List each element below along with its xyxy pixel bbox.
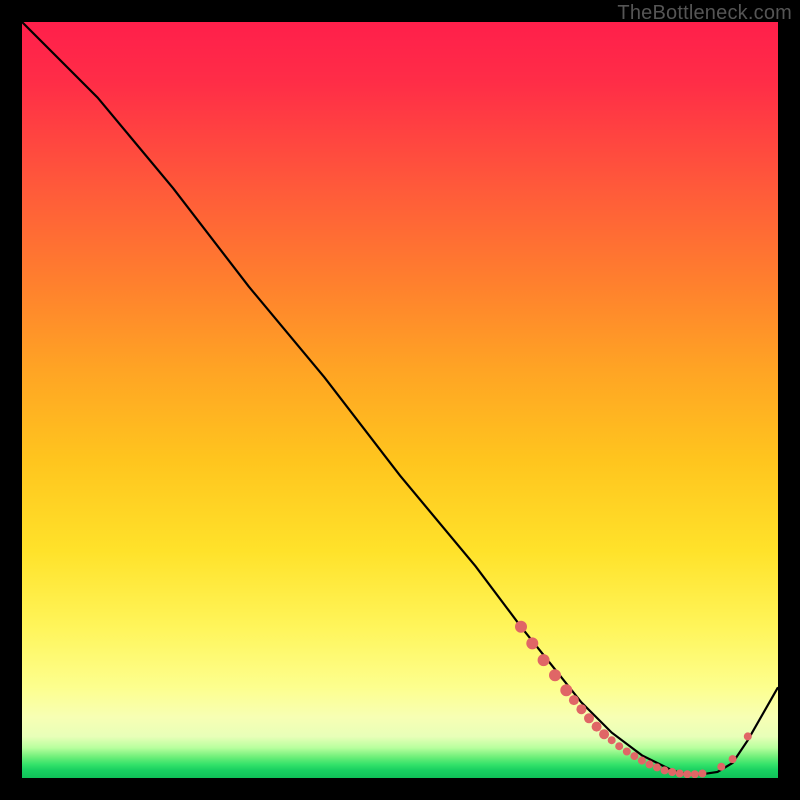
bottleneck-curve	[22, 22, 778, 774]
data-marker	[646, 760, 654, 768]
data-marker	[630, 752, 638, 760]
data-marker	[638, 757, 646, 765]
data-marker	[599, 729, 609, 739]
data-marker	[584, 713, 594, 723]
data-marker	[615, 742, 623, 750]
data-markers	[515, 621, 752, 778]
data-marker	[549, 669, 561, 681]
data-marker	[691, 770, 699, 778]
data-marker	[698, 770, 706, 778]
data-marker	[538, 654, 550, 666]
data-marker	[744, 732, 752, 740]
data-marker	[623, 748, 631, 756]
data-marker	[592, 722, 602, 732]
data-marker	[653, 763, 661, 771]
chart-svg	[22, 22, 778, 778]
data-marker	[676, 770, 684, 778]
data-marker	[717, 763, 725, 771]
data-marker	[515, 621, 527, 633]
data-marker	[729, 755, 737, 763]
data-marker	[576, 704, 586, 714]
data-marker	[569, 695, 579, 705]
data-marker	[683, 770, 691, 778]
data-marker	[661, 766, 669, 774]
plot-area	[22, 22, 778, 778]
data-marker	[608, 736, 616, 744]
data-marker	[560, 684, 572, 696]
data-marker	[668, 768, 676, 776]
data-marker	[526, 637, 538, 649]
chart-stage: TheBottleneck.com	[0, 0, 800, 800]
